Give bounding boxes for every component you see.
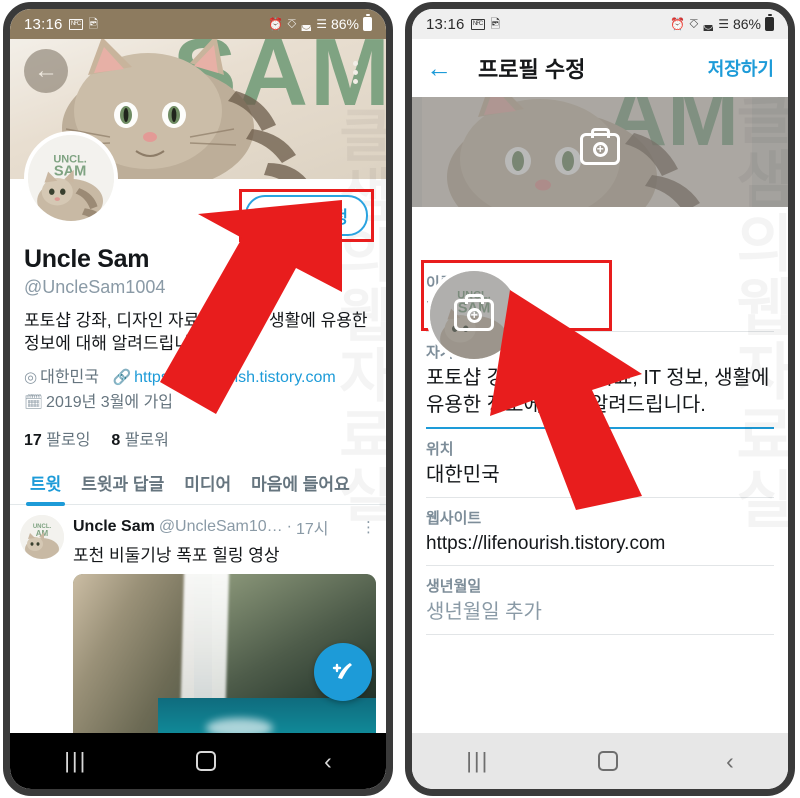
camera-add-icon[interactable] [454,294,494,331]
status-bar-right: 13:16 NFC 🖻 ⏰ ⎏ ◛ ☰ 86% [412,9,788,39]
right-screen: 클샘의웹자료실 13:16 NFC 🖻 ⏰ ⎏ ◛ ☰ 86% [412,9,788,789]
field-label-website: 웹사이트 [426,510,482,527]
home-icon[interactable] [195,751,216,771]
link-icon: 🔗 [112,368,132,386]
back-icon[interactable]: ‹ [726,749,734,773]
website-link[interactable]: https://lifenourish.tistory.com [134,369,336,386]
recents-icon[interactable]: ||| [64,750,87,772]
phone-left: 클샘의웹자료실 13:16 NFC 🖻 ⏰ ⎏ ◛ ☰ 86% [3,2,393,796]
edit-avatar[interactable]: UNCL. SAM [426,267,522,363]
joined-text: 2019년 3월에 가입 [46,393,174,411]
battery-percent: 86% [732,16,761,32]
status-time: 13:16 [24,15,63,33]
tweet-separator: · [286,517,292,535]
wifi-icon: ◛ [702,17,715,31]
edit-profile-button[interactable]: 프로필 수정 [245,195,368,236]
signal-icon: ☰ [316,17,327,31]
field-label-birthday: 생년월일 [426,577,482,595]
location-text: 대한민국 [40,368,99,386]
field-birthday[interactable]: 생년월일 생년월일 추가 [426,566,774,635]
profile-stats: 17 팔로잉 8 팔로워 [24,426,372,450]
tab-tweets-replies[interactable]: 트윗과 답글 [71,462,174,504]
location-pin-icon: ◎ [24,368,38,386]
camera-add-icon[interactable] [580,128,620,165]
edit-profile-appbar: ← 프로필 수정 저장하기 [412,39,788,97]
system-nav-left: ||| ‹ [10,733,386,789]
profile-tabs: 트윗 트윗과 답글 미디어 마음에 들어요 [10,461,386,506]
field-value-website[interactable]: https://lifenourish.tistory.com [426,531,774,557]
status-time: 13:16 [426,15,465,33]
display-name: Uncle Sam [24,245,150,273]
page-title: 프로필 수정 [478,57,586,82]
tab-likes[interactable]: 마음에 들어요 [241,462,360,504]
nfc-icon: NFC [470,18,485,30]
followers-label[interactable]: 팔로워 [125,432,169,449]
battery-percent: 86% [330,16,359,32]
recents-icon[interactable]: ||| [466,750,489,772]
wifi-icon: ◛ [300,17,313,31]
save-button[interactable]: 저장하기 [708,55,774,81]
tweet-time: 17시 [295,520,329,538]
nfc-icon: NFC [68,18,83,30]
tweet-text: 포천 비둘기낭 폭포 힐링 영상 [73,545,280,565]
home-icon[interactable] [597,751,618,771]
bluetooth-icon: ⎏ [287,17,297,31]
field-value-bio[interactable]: 포토샵 강좌, 디자인 자료, IT 정보, 생활에 유용한 정보에 대해 알려… [426,365,774,419]
image-icon: 🖻 [490,17,501,31]
calendar-icon: 🗓 [24,393,44,411]
more-vertical-icon[interactable] [340,53,370,91]
left-screen: 클샘의웹자료실 13:16 NFC 🖻 ⏰ ⎏ ◛ ☰ 86% [10,9,386,789]
tweet-header: Uncle Sam @UncleSam10… · 17시 ⋮ [73,515,376,539]
signal-icon: ☰ [718,17,729,31]
field-website[interactable]: 웹사이트 https://lifenourish.tistory.com [426,498,774,566]
edit-profile-highlight-box: 프로필 수정 [239,189,374,242]
field-value-location[interactable]: 대한민국 [426,462,774,489]
following-count[interactable]: 17 [24,432,42,449]
system-nav-right: ||| ‹ [412,733,788,789]
field-label-location: 위치 [426,441,454,458]
status-bar-left: 13:16 NFC 🖻 ⏰ ⎏ ◛ ☰ 86% [10,9,386,39]
avatar[interactable]: UNCL. SAM [24,131,118,225]
tweet-handle: @UncleSam10… [158,517,283,535]
phone-right: 클샘의웹자료실 13:16 NFC 🖻 ⏰ ⎏ ◛ ☰ 86% [405,2,795,796]
compose-tweet-button[interactable] [314,643,372,701]
back-button[interactable]: ← [24,49,68,93]
edit-banner[interactable]: AM [412,97,788,207]
battery-icon [765,14,774,31]
handle: @UncleSam1004 [24,277,166,297]
battery-icon [363,14,372,31]
alarm-icon: ⏰ [268,17,284,31]
tab-tweets[interactable]: 트윗 [20,462,71,506]
back-icon[interactable]: ‹ [324,749,332,773]
field-location[interactable]: 위치 대한민국 [426,429,774,498]
alarm-icon: ⏰ [670,17,686,31]
followers-count[interactable]: 8 [111,432,120,449]
tweet-avatar[interactable]: UNCL. AM [20,514,64,559]
following-label[interactable]: 팔로잉 [46,432,90,449]
field-value-birthday[interactable]: 생년월일 추가 [426,599,774,626]
profile-section: UNCL. SAM 프로필 수정 Uncle Sam @UncleSam1004… [10,131,386,450]
profile-meta: ◎ 대한민국 🔗 https://lifenourish.tistory.com 🗓… [24,366,372,416]
image-icon: 🖻 [88,17,99,31]
bio-text: 포토샵 강좌, 디자인 자료, IT 정보, 생활에 유용한 정보에 대해 알려… [24,311,368,354]
tweet-author[interactable]: Uncle Sam [73,518,155,536]
bluetooth-icon: ⎏ [689,17,699,31]
back-arrow-icon[interactable]: ← [426,55,452,81]
tab-media[interactable]: 미디어 [174,462,241,504]
tweet-more-icon[interactable]: ⋮ [361,518,376,536]
